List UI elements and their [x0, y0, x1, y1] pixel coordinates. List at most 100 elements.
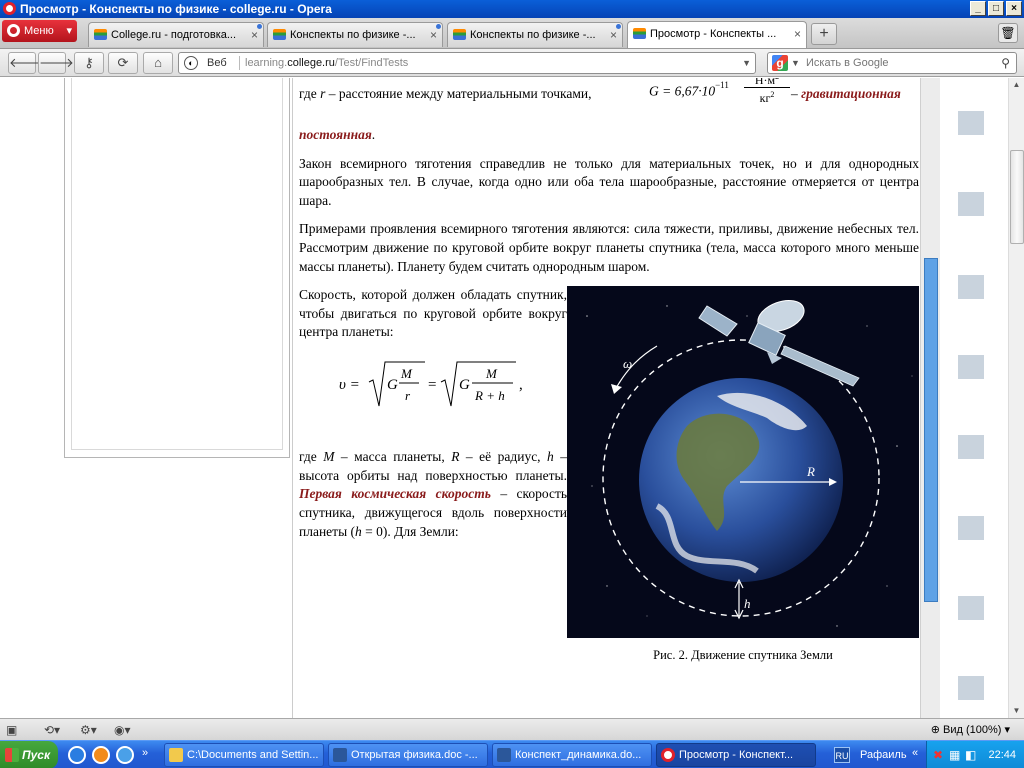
- reload-icon: ⟳: [117, 55, 129, 70]
- satellite-earth-figure: R h ω: [567, 286, 919, 639]
- label-r: R: [806, 464, 815, 479]
- zoom-indicator[interactable]: ⊕ Вид (100%) ▾: [931, 722, 1010, 738]
- menu-label: Меню: [24, 25, 54, 37]
- side-block: [958, 516, 984, 540]
- ql-ie-icon[interactable]: [116, 746, 134, 764]
- new-tab-button[interactable]: +: [811, 23, 837, 45]
- side-block: [958, 275, 984, 299]
- document-content: где r – расстояние между материальными т…: [299, 78, 919, 662]
- home-icon: ⌂: [154, 55, 162, 70]
- trash-icon[interactable]: 🗑: [998, 23, 1018, 43]
- windows-flag-icon: [5, 748, 19, 762]
- close-button[interactable]: ×: [1006, 1, 1022, 16]
- windows-taskbar: Пуск » C:\Documents and Settin... Открыт…: [0, 740, 1024, 768]
- paragraph-speed-intro: Скорость, которой должен обладать спутни…: [299, 287, 567, 340]
- arrow-right-icon: 🡒: [39, 55, 74, 70]
- opera-menu-button[interactable]: Меню ▾: [2, 20, 77, 42]
- ql-firefox-icon[interactable]: [92, 746, 110, 764]
- left-panel: [64, 78, 290, 458]
- opera-icon: [661, 748, 675, 762]
- search-box[interactable]: g ▼ ⚲: [767, 52, 1017, 74]
- web-label: Веб: [207, 57, 227, 69]
- term-constant: постоянная: [299, 127, 372, 142]
- opera-logo-icon: [3, 2, 16, 15]
- word-icon: [333, 748, 347, 762]
- reload-button[interactable]: ⟳: [108, 52, 138, 74]
- unite-icon[interactable]: ⚙▾: [80, 722, 97, 738]
- tab-konspekty-1[interactable]: Конспекты по физике -... ×: [267, 22, 443, 47]
- college-favicon-icon: [453, 29, 466, 40]
- formula-m1: M: [400, 366, 413, 381]
- user-label: Рафаиль: [860, 749, 907, 761]
- toolbar-more-icon[interactable]: «: [912, 747, 918, 759]
- orbital-velocity-formula: υ = G M r = G M R + h ,: [339, 361, 523, 407]
- search-input[interactable]: [806, 55, 986, 71]
- maximize-button[interactable]: □: [988, 1, 1004, 16]
- tab-close-icon[interactable]: ×: [794, 22, 801, 46]
- status-bar: ▣ ⟲▾ ⚙▾ ◉▾ ⊕ Вид (100%) ▾: [0, 718, 1024, 740]
- sync-icon[interactable]: ⟲▾: [44, 722, 60, 738]
- task-label: Просмотр - Конспект...: [679, 749, 794, 761]
- tab-unread-dot: [257, 24, 262, 29]
- address-separator: [239, 56, 240, 70]
- home-button[interactable]: ⌂: [143, 52, 173, 74]
- g-units-fraction: Н·м2 кг2: [744, 78, 790, 105]
- g-constant-formula: G = 6,67·10−11: [649, 80, 729, 99]
- turbo-icon[interactable]: ◉▾: [114, 722, 131, 738]
- formula-eq: =: [428, 377, 436, 393]
- ql-browser-icon[interactable]: [68, 746, 86, 764]
- task-label: Конспект_динамика.do...: [515, 749, 642, 761]
- formula-r: r: [405, 388, 411, 403]
- language-indicator[interactable]: RU: [834, 747, 850, 763]
- wand-button[interactable]: ⚷: [74, 52, 104, 74]
- inner-scrollbar-thumb[interactable]: [924, 258, 938, 602]
- title-bar: Просмотр - Конспекты по физике - college…: [0, 0, 1024, 18]
- right-margin: [940, 78, 1008, 718]
- address-field[interactable]: ◐ Веб learning.college.ru/Test/FindTests…: [178, 52, 756, 74]
- page-scrollbar-thumb[interactable]: [1010, 150, 1024, 244]
- panel-toggle-icon[interactable]: ▣: [6, 722, 17, 738]
- left-margin: [0, 78, 66, 718]
- search-icon[interactable]: ⚲: [1001, 56, 1010, 70]
- key-icon: ⚷: [84, 55, 94, 70]
- paragraph-law-spherical: Закон всемирного тяготения справедлив не…: [299, 155, 919, 208]
- forward-button[interactable]: 🡒: [38, 52, 74, 74]
- side-block: [958, 192, 984, 216]
- tab-unread-dot: [436, 24, 441, 29]
- minimize-button[interactable]: _: [970, 1, 986, 16]
- quicklaunch-more-icon[interactable]: »: [142, 747, 148, 759]
- page-scrollbar[interactable]: ▲ ▼: [1008, 78, 1024, 718]
- task-opera-active[interactable]: Просмотр - Конспект...: [656, 743, 816, 767]
- alert-icon[interactable]: ✖: [933, 748, 943, 762]
- zoom-icon: ⊕: [930, 724, 943, 736]
- task-word-konspekt[interactable]: Конспект_динамика.do...: [492, 743, 652, 767]
- globe-icon: ◐: [184, 56, 198, 70]
- zoom-level: Вид (100%): [943, 724, 1002, 736]
- tab-label: Конспекты по физике -...: [470, 29, 596, 41]
- tab-label: Просмотр - Конспекты ...: [650, 28, 777, 40]
- paragraph-examples: Примерами проявления всемирного тяготени…: [299, 221, 919, 274]
- task-word-otkrytaya[interactable]: Открытая физика.doc -...: [328, 743, 488, 767]
- chevron-down-icon[interactable]: ▼: [791, 53, 800, 73]
- scroll-up-icon[interactable]: ▲: [1009, 78, 1024, 92]
- folder-icon: [169, 748, 183, 762]
- start-button[interactable]: Пуск: [0, 741, 58, 768]
- volume-icon[interactable]: ◧: [965, 748, 976, 762]
- page-viewport: где r – расстояние между материальными т…: [0, 78, 1008, 718]
- network-icon[interactable]: ▦: [949, 748, 960, 762]
- tab-college[interactable]: College.ru - подготовка... ×: [88, 22, 264, 47]
- back-button[interactable]: 🡐: [8, 52, 44, 74]
- google-icon[interactable]: g: [772, 55, 788, 71]
- satellite-section: Скорость, которой должен обладать спутни…: [299, 286, 919, 662]
- chevron-down-icon[interactable]: ▼: [742, 53, 751, 73]
- tab-konspekty-2[interactable]: Конспекты по физике -... ×: [447, 22, 623, 47]
- task-explorer[interactable]: C:\Documents and Settin...: [164, 743, 324, 767]
- window-title: Просмотр - Конспекты по физике - college…: [20, 2, 332, 16]
- label-h: h: [744, 596, 751, 611]
- tab-prosmotr-active[interactable]: Просмотр - Конспекты ... ×: [627, 21, 807, 48]
- address-url[interactable]: learning.college.ru/Test/FindTests: [245, 53, 408, 73]
- side-block: [958, 435, 984, 459]
- task-label: Открытая физика.doc -...: [351, 749, 478, 761]
- scroll-down-icon[interactable]: ▼: [1009, 704, 1024, 718]
- tab-unread-dot: [616, 24, 621, 29]
